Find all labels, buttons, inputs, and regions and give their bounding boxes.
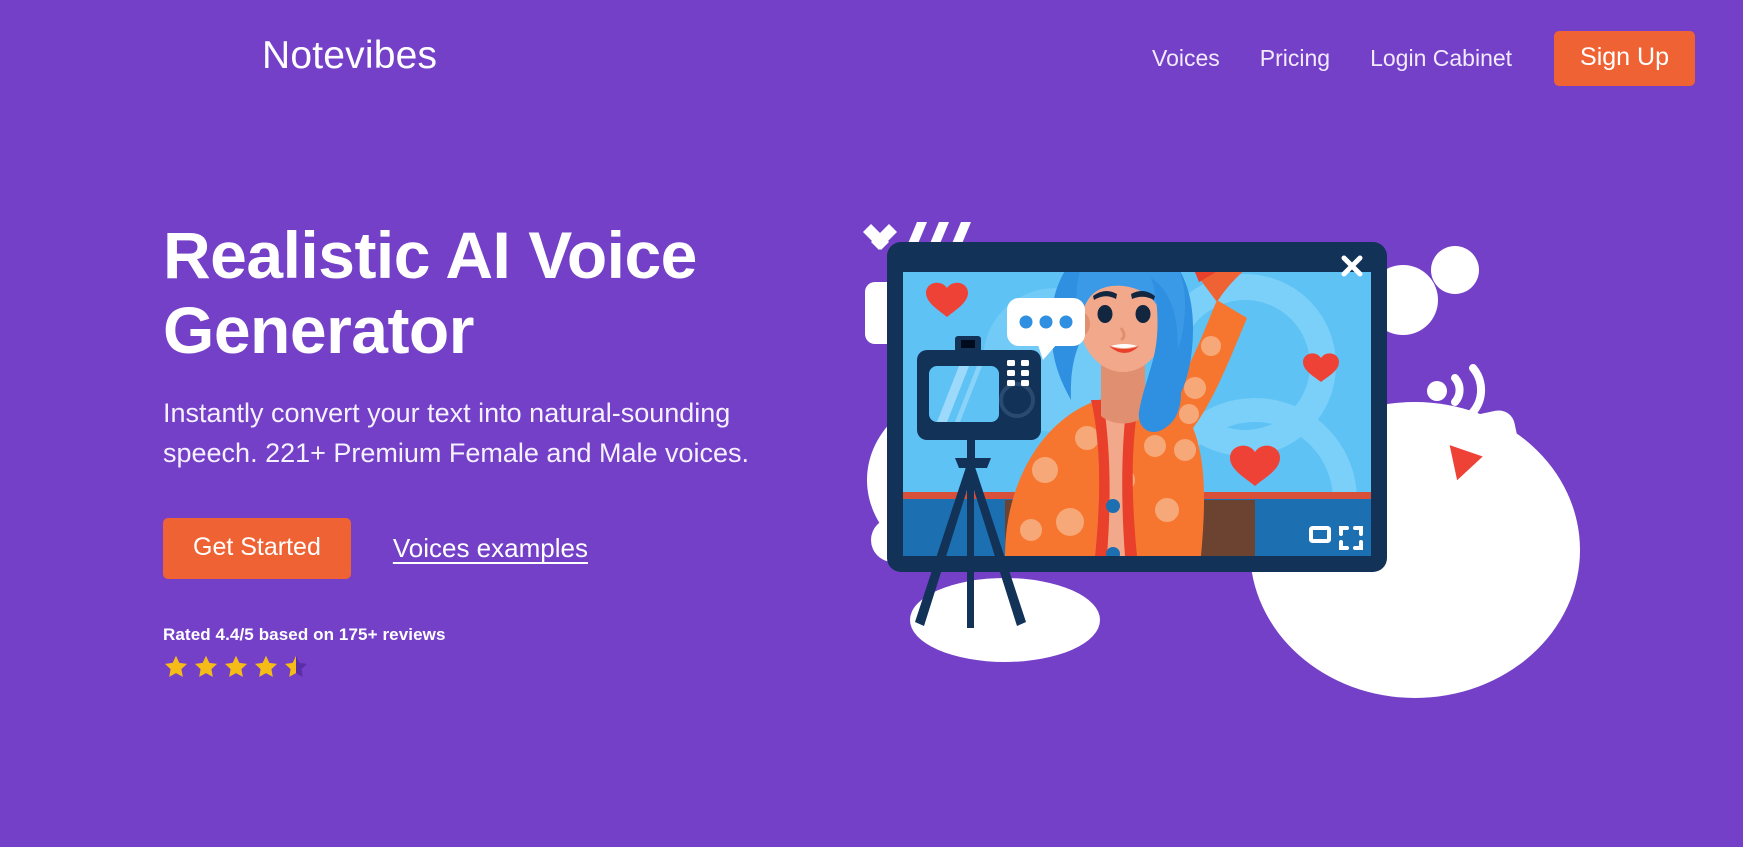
video-call-illustration <box>855 150 1735 730</box>
voices-examples-link[interactable]: Voices examples <box>393 533 588 564</box>
site-header: Notevibes Voices Pricing Login Cabinet S… <box>0 0 1743 110</box>
nav-link-login-cabinet[interactable]: Login Cabinet <box>1350 47 1532 70</box>
main-navigation: Voices Pricing Login Cabinet Sign Up <box>1132 31 1695 86</box>
decor-shadow-ellipse <box>910 578 1100 662</box>
get-started-button[interactable]: Get Started <box>163 518 351 580</box>
wifi-dot <box>1427 381 1447 401</box>
cta-row: Get Started Voices examples <box>163 518 863 580</box>
hero-content: Realistic AI Voice Generator Instantly c… <box>163 218 863 680</box>
hero-subtitle: Instantly convert your text into natural… <box>163 398 750 469</box>
wifi-icon <box>1451 364 1486 416</box>
landing-page: Notevibes Voices Pricing Login Cabinet S… <box>0 0 1743 847</box>
eye <box>1135 305 1151 323</box>
decor-circle <box>1431 246 1479 294</box>
nav-link-voices[interactable]: Voices <box>1132 47 1240 70</box>
button <box>1106 499 1120 513</box>
brand-logo[interactable]: Notevibes <box>262 36 437 75</box>
star-icon <box>164 656 188 678</box>
star-half-icon <box>284 656 308 678</box>
star-rating <box>163 654 863 680</box>
star-icon <box>254 656 278 678</box>
nav-link-pricing[interactable]: Pricing <box>1240 47 1350 70</box>
rating-block: Rated 4.4/5 based on 175+ reviews <box>163 625 863 680</box>
page-title: Realistic AI Voice Generator <box>163 218 697 368</box>
rating-text: Rated 4.4/5 based on 175+ reviews <box>163 625 446 645</box>
star-icon <box>224 656 248 678</box>
star-icon <box>194 656 218 678</box>
eye <box>1097 305 1113 323</box>
sign-up-button[interactable]: Sign Up <box>1554 31 1695 86</box>
